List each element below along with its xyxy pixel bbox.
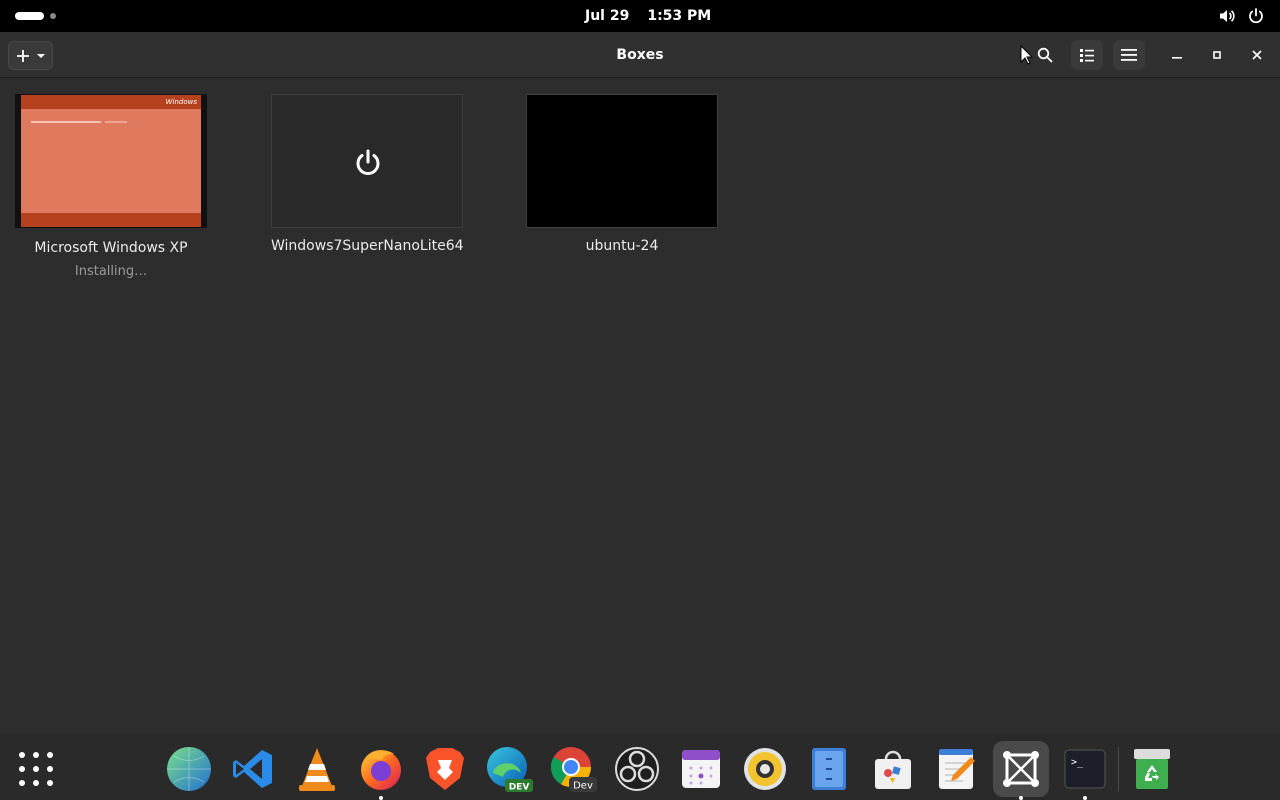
globe-browser-icon (167, 747, 211, 791)
dock-item-speaker[interactable] (737, 741, 793, 797)
boxes-icon (1003, 751, 1039, 787)
window-title: Boxes (616, 47, 664, 63)
chrome-dev-label: Dev (573, 781, 593, 792)
box-name: ubuntu-24 (585, 238, 659, 254)
maximize-button[interactable] (1205, 43, 1229, 67)
files-icon (812, 748, 846, 790)
dock-item-edge-dev[interactable]: DEV (481, 741, 537, 797)
search-icon (1037, 47, 1053, 63)
chrome-dev-icon: Dev (551, 747, 597, 792)
dock-item-trash[interactable] (1124, 741, 1180, 797)
volume-icon[interactable] (1218, 7, 1236, 25)
top-bar: Jul 29 1:53 PM (0, 0, 1280, 32)
dock: DEV Dev >_ (0, 733, 1280, 800)
dock-item-browser[interactable] (161, 741, 217, 797)
vscode-icon (233, 750, 272, 788)
xp-setup-screen: Windows (21, 95, 201, 227)
dock-item-vscode[interactable] (225, 741, 281, 797)
dock-item-brave[interactable] (417, 741, 473, 797)
xp-logo: Windows (165, 98, 197, 106)
workspace-indicator-inactive[interactable] (50, 13, 56, 19)
clock-time: 1:53 PM (647, 8, 712, 24)
minimize-icon (1172, 57, 1182, 59)
dock-item-terminal[interactable]: >_ (1057, 741, 1113, 800)
calendar-icon (682, 750, 720, 788)
dock-separator (1118, 747, 1119, 791)
edge-dev-icon: DEV (487, 747, 533, 793)
terminal-prompt: >_ (1071, 757, 1084, 768)
box-card-ubuntu[interactable]: ubuntu-24 (526, 94, 718, 254)
new-box-button[interactable] (8, 41, 53, 70)
workspace-indicator-active[interactable] (15, 12, 44, 20)
dock-item-firefox[interactable] (353, 741, 409, 800)
running-indicator (379, 796, 383, 800)
box-card-windows7[interactable]: Windows7SuperNanoLite64 (271, 94, 464, 254)
close-icon (1252, 50, 1262, 60)
dock-item-vlc[interactable] (289, 741, 345, 797)
dock-item-chrome-dev[interactable]: Dev (545, 741, 601, 797)
box-status: Installing… (74, 264, 148, 279)
close-button[interactable] (1245, 43, 1269, 67)
power-off-icon (356, 149, 380, 175)
clock[interactable]: Jul 29 1:53 PM (585, 0, 729, 32)
software-store-icon (875, 750, 911, 789)
dock-item-software[interactable] (865, 741, 921, 797)
edge-dev-label: DEV (509, 783, 530, 793)
vlc-icon (299, 748, 335, 791)
dock-item-obs[interactable] (609, 741, 665, 797)
main-menu-button[interactable] (1113, 40, 1145, 70)
firefox-icon (361, 750, 401, 790)
power-icon[interactable] (1247, 7, 1265, 25)
maximize-icon (1213, 51, 1221, 59)
text-editor-icon (939, 749, 975, 789)
box-thumbnail[interactable]: Windows (15, 94, 207, 228)
list-view-button[interactable] (1071, 40, 1103, 70)
running-indicator (1083, 796, 1087, 800)
dock-item-text-editor[interactable] (929, 741, 985, 797)
obs-icon (615, 747, 659, 791)
box-thumbnail[interactable] (526, 94, 718, 228)
hamburger-menu-icon (1121, 49, 1137, 61)
plus-icon (16, 49, 29, 62)
running-indicator (1019, 796, 1023, 800)
speaker-icon (744, 748, 786, 790)
clock-date: Jul 29 (585, 8, 630, 24)
box-name: Microsoft Windows XP (34, 240, 188, 256)
list-view-icon (1080, 49, 1094, 62)
dock-item-files[interactable] (801, 741, 857, 797)
box-name: Windows7SuperNanoLite64 (271, 238, 464, 254)
brave-icon (426, 748, 464, 790)
show-apps-icon[interactable] (16, 749, 56, 789)
minimize-button[interactable] (1165, 43, 1189, 67)
chevron-down-icon (36, 53, 45, 58)
mouse-cursor-icon (1020, 45, 1034, 65)
dock-item-boxes[interactable] (993, 741, 1049, 800)
box-card-windows-xp[interactable]: Windows Microsoft Windows XP Installing… (15, 94, 207, 279)
trash-icon (1134, 749, 1170, 789)
box-thumbnail[interactable] (271, 94, 463, 228)
header-bar: Boxes (0, 32, 1280, 78)
terminal-icon: >_ (1064, 749, 1106, 789)
dock-item-calendar[interactable] (673, 741, 729, 797)
